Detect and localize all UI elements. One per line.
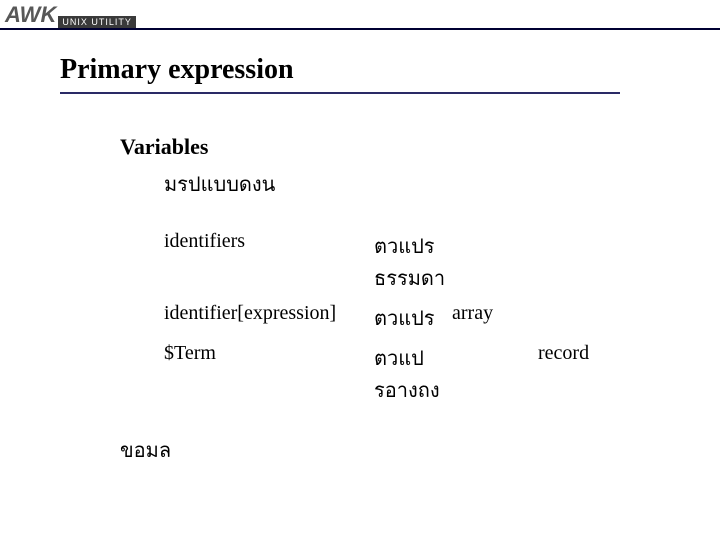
footer-text: ขอมล [120, 434, 720, 466]
cell-extra [452, 342, 538, 406]
logo-bar: AWK UNIX UTILITY [0, 0, 720, 28]
cell-extra2: record [538, 342, 589, 406]
cell-desc: ตวแปรธรรมดา [374, 230, 452, 294]
section-heading: Variables [120, 134, 720, 160]
cell-extra: array [452, 302, 538, 334]
title-section: Primary expression [60, 54, 660, 94]
divider-top [0, 28, 720, 30]
cell-extra [452, 230, 538, 294]
cell-desc: ตวแปร [374, 302, 452, 334]
cell-identifier: $Term [164, 342, 374, 406]
content-area: Variables มรปแบบดงน identifiers ตวแปรธรร… [120, 134, 720, 466]
page-title: Primary expression [60, 54, 660, 92]
variables-table: identifiers ตวแปรธรรมดา identifier[expre… [164, 230, 720, 406]
table-row: identifier[expression] ตวแปร array [164, 302, 720, 334]
cell-identifier: identifier[expression] [164, 302, 374, 334]
table-row: $Term ตวแปรอางถง record [164, 342, 720, 406]
divider-title [60, 92, 620, 94]
cell-desc: ตวแปรอางถง [374, 342, 452, 406]
table-row: identifiers ตวแปรธรรมดา [164, 230, 720, 294]
cell-identifier: identifiers [164, 230, 374, 294]
logo-main: AWK [3, 2, 56, 28]
section-subtext: มรปแบบดงน [164, 168, 720, 200]
logo-subtitle: UNIX UTILITY [58, 16, 136, 28]
